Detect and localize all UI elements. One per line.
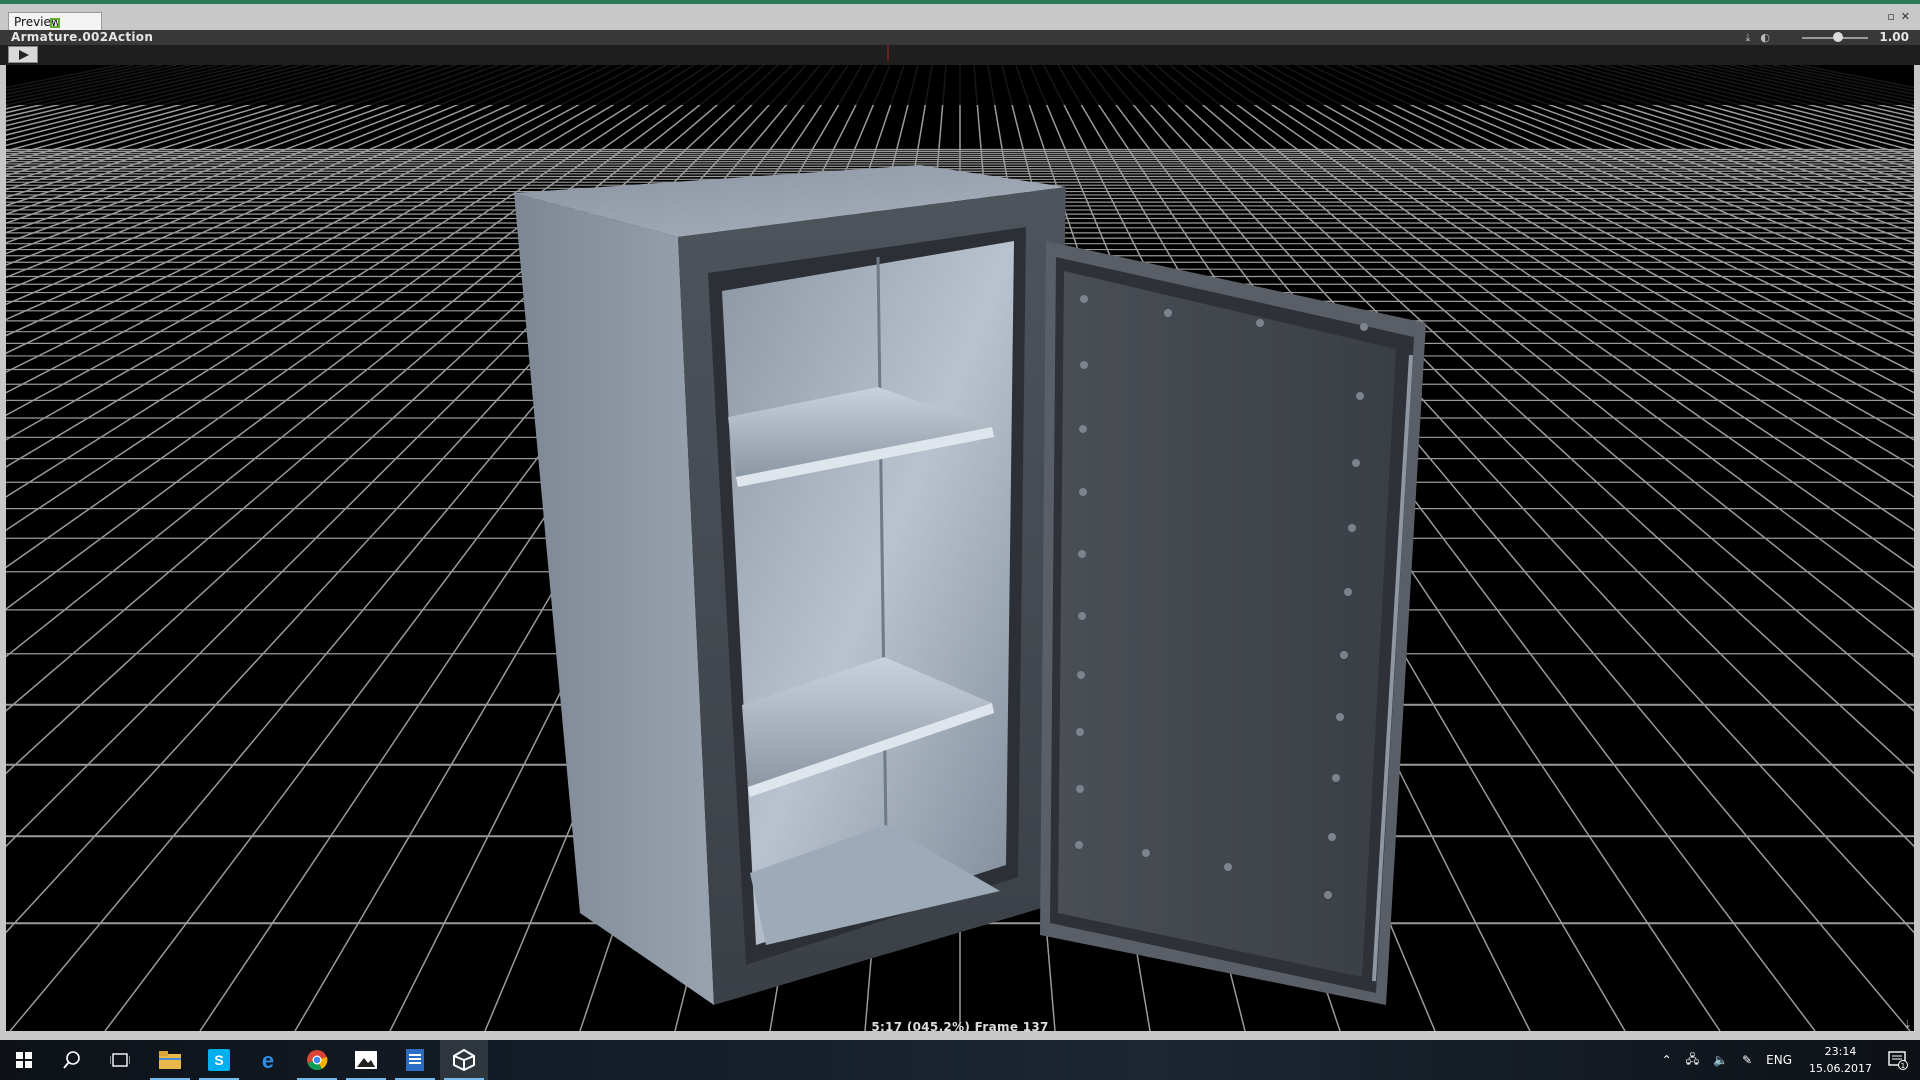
rivet (1078, 612, 1086, 620)
rivet (1352, 459, 1360, 467)
rivet (1079, 488, 1087, 496)
rivet (1080, 295, 1088, 303)
rivet (1356, 392, 1364, 400)
rivet (1332, 774, 1340, 782)
taskbar: S e ⌃ 🖧 🔈 ✎ ENG 23:14 15.06.2017 1 (0, 1040, 1920, 1080)
preview-header-icons: ⤓ ◐ (1746, 30, 1770, 45)
rivet (1328, 833, 1336, 841)
svg-text:S: S (214, 1052, 223, 1068)
play-button[interactable] (8, 46, 38, 63)
rivet (1348, 524, 1356, 532)
task-view-icon[interactable] (96, 1040, 144, 1080)
speed-slider-thumb[interactable] (1833, 32, 1843, 42)
resize-handle-icon[interactable]: ⇣ (1903, 1018, 1912, 1031)
rivet (1164, 309, 1172, 317)
network-icon[interactable]: 🖧 (1686, 1050, 1699, 1071)
rivet (1256, 319, 1264, 327)
timeline-marker[interactable] (887, 45, 889, 61)
windows-icon[interactable] (0, 1040, 48, 1080)
playback-speed-icon: ◐ (1760, 31, 1770, 44)
rivet (1080, 361, 1088, 369)
edge-icon[interactable]: e (244, 1040, 292, 1080)
svg-text:e: e (262, 1049, 274, 1071)
rivet (1340, 651, 1348, 659)
window-border-bottom (0, 1031, 1920, 1040)
clip-name: Armature.002Action (11, 30, 154, 44)
speed-value: 1.00 (1879, 30, 1909, 44)
pivot-icon[interactable]: ⤓ (1746, 30, 1751, 45)
photos-icon[interactable] (342, 1040, 390, 1080)
document-icon[interactable] (391, 1040, 439, 1080)
language-indicator[interactable]: ENG (1766, 1053, 1792, 1067)
rivet (1079, 425, 1087, 433)
preview-viewport[interactable] (6, 65, 1914, 1031)
mouse-cursor-icon (50, 18, 60, 28)
chevron-up-icon[interactable]: ⌃ (1662, 1053, 1672, 1067)
rivet (1324, 891, 1332, 899)
rivet (1360, 323, 1368, 331)
search-icon[interactable] (48, 1040, 96, 1080)
preview-header: Armature.002Action ⤓ ◐ 1.00 (0, 30, 1920, 45)
folder-icon[interactable] (146, 1040, 194, 1080)
rivet (1142, 849, 1150, 857)
playback-controls (0, 45, 1920, 65)
clock-date: 15.06.2017 (1809, 1062, 1872, 1075)
volume-icon[interactable]: 🔈 (1713, 1053, 1728, 1067)
unity-icon[interactable] (440, 1040, 488, 1080)
rivet (1075, 841, 1083, 849)
window-controls: ▫ ✕ (1887, 10, 1910, 23)
notification-icon[interactable]: 1 (1888, 1050, 1908, 1070)
close-icon[interactable]: ✕ (1901, 10, 1910, 23)
rivet (1224, 863, 1232, 871)
rivet (1078, 550, 1086, 558)
window-border-right (1914, 30, 1920, 1031)
window-titlebar: Preview ▫ ✕ (0, 0, 1920, 31)
skype-icon[interactable]: S (195, 1040, 243, 1080)
pen-icon[interactable]: ✎ (1742, 1053, 1752, 1067)
notification-count: 1 (1901, 1062, 1905, 1070)
system-tray: ⌃ 🖧 🔈 ✎ ENG (1662, 1040, 1792, 1080)
restore-icon[interactable]: ▫ (1887, 10, 1894, 23)
chrome-icon[interactable] (293, 1040, 341, 1080)
rivet (1076, 785, 1084, 793)
clock-time: 23:14 (1824, 1045, 1857, 1058)
clock[interactable]: 23:14 15.06.2017 (1809, 1043, 1872, 1077)
rivet (1077, 671, 1085, 679)
viewport-scene (6, 65, 1914, 1031)
rivet (1344, 588, 1352, 596)
rivet (1336, 713, 1344, 721)
rivet (1076, 728, 1084, 736)
